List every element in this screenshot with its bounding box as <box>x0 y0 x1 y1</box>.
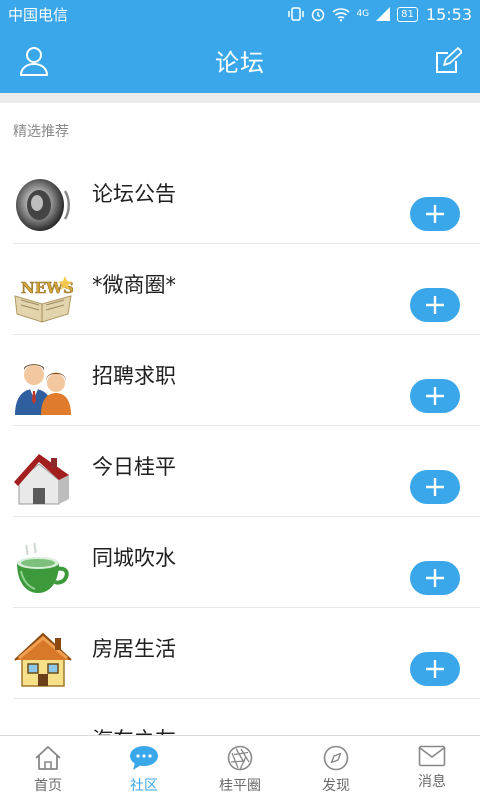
network-type: 4G <box>356 8 370 19</box>
newspaper-icon: NEWS <box>13 266 74 326</box>
forum-list: 论坛公告 NEWS *微商圈* 招聘求职 今日桂平 同城吹水 房居生活 <box>0 153 480 735</box>
forum-item-wechat-business[interactable]: NEWS *微商圈* <box>13 244 480 335</box>
tab-label: 社区 <box>130 778 158 794</box>
forum-name: *微商圈* <box>92 273 176 297</box>
forum-list-container[interactable]: 精选推荐 论坛公告 NEWS *微商圈* 招聘求职 今日桂平 同城吹水 房居生活 <box>0 103 480 735</box>
section-title: 精选推荐 <box>13 124 69 140</box>
plus-icon <box>426 478 444 496</box>
clock: 15:53 <box>425 4 472 24</box>
plus-icon <box>426 569 444 587</box>
alarm-icon <box>312 8 325 22</box>
profile-button[interactable] <box>2 28 66 93</box>
house-icon <box>13 448 73 508</box>
add-forum-button[interactable] <box>410 561 460 595</box>
forum-name: 房居生活 <box>92 637 176 661</box>
home-icon <box>13 630 73 690</box>
tab-community[interactable]: 社区 <box>96 736 192 800</box>
plus-icon <box>426 205 444 223</box>
car-icon <box>13 721 73 735</box>
tab-label: 发现 <box>322 778 350 794</box>
tab-label: 首页 <box>34 778 62 794</box>
tab-label: 桂平圈 <box>219 778 261 794</box>
tab-home[interactable]: 首页 <box>0 736 96 800</box>
bottom-tab-bar: 首页 社区 桂平圈 发现 消息 <box>0 735 480 800</box>
forum-name: 招聘求职 <box>92 364 176 388</box>
forum-item-car-friends[interactable]: 汽车之友 <box>13 699 480 735</box>
tab-messages[interactable]: 消息 <box>384 736 480 800</box>
header-separator <box>0 93 480 103</box>
forum-item-jobs[interactable]: 招聘求职 <box>13 335 480 426</box>
chat-bubble-icon <box>130 746 158 770</box>
tab-label: 消息 <box>418 774 446 790</box>
add-forum-button[interactable] <box>410 470 460 504</box>
forum-item-city-chat[interactable]: 同城吹水 <box>13 517 480 608</box>
teacup-icon <box>13 539 73 599</box>
tab-discover[interactable]: 发现 <box>288 736 384 800</box>
status-bar: 中国电信 4G 81 15:53 <box>0 0 480 28</box>
add-forum-button[interactable] <box>410 288 460 322</box>
compose-button[interactable] <box>416 28 480 93</box>
user-icon <box>20 46 48 76</box>
forum-name: 同城吹水 <box>92 546 176 570</box>
plus-icon <box>426 660 444 678</box>
signal-icon <box>376 7 391 21</box>
compass-icon <box>323 745 349 771</box>
forum-name: 论坛公告 <box>92 182 176 206</box>
speaker-icon <box>13 175 73 235</box>
aperture-icon <box>227 745 253 771</box>
add-forum-button[interactable] <box>410 379 460 413</box>
tab-guiping-circle[interactable]: 桂平圈 <box>192 736 288 800</box>
status-indicators: 4G 81 15:53 <box>288 5 472 24</box>
forum-item-today-guiping[interactable]: 今日桂平 <box>13 426 480 517</box>
people-icon <box>13 357 73 417</box>
battery-level: 81 <box>397 6 418 22</box>
home-tab-icon <box>35 746 61 770</box>
plus-icon <box>426 387 444 405</box>
forum-item-announcement[interactable]: 论坛公告 <box>13 153 480 244</box>
forum-item-home-living[interactable]: 房居生活 <box>13 608 480 699</box>
envelope-icon <box>418 745 446 767</box>
forum-name: 今日桂平 <box>92 455 176 479</box>
page-title: 论坛 <box>215 49 265 77</box>
top-app-bar: 论坛 <box>0 28 480 93</box>
add-forum-button[interactable] <box>410 197 460 231</box>
vibrate-icon <box>288 7 305 21</box>
forum-name: 汽车之友 <box>92 724 176 735</box>
add-forum-button[interactable] <box>410 652 460 686</box>
edit-icon <box>436 46 462 73</box>
plus-icon <box>426 296 444 314</box>
carrier-label: 中国电信 <box>8 5 69 24</box>
wifi-icon <box>332 8 350 22</box>
